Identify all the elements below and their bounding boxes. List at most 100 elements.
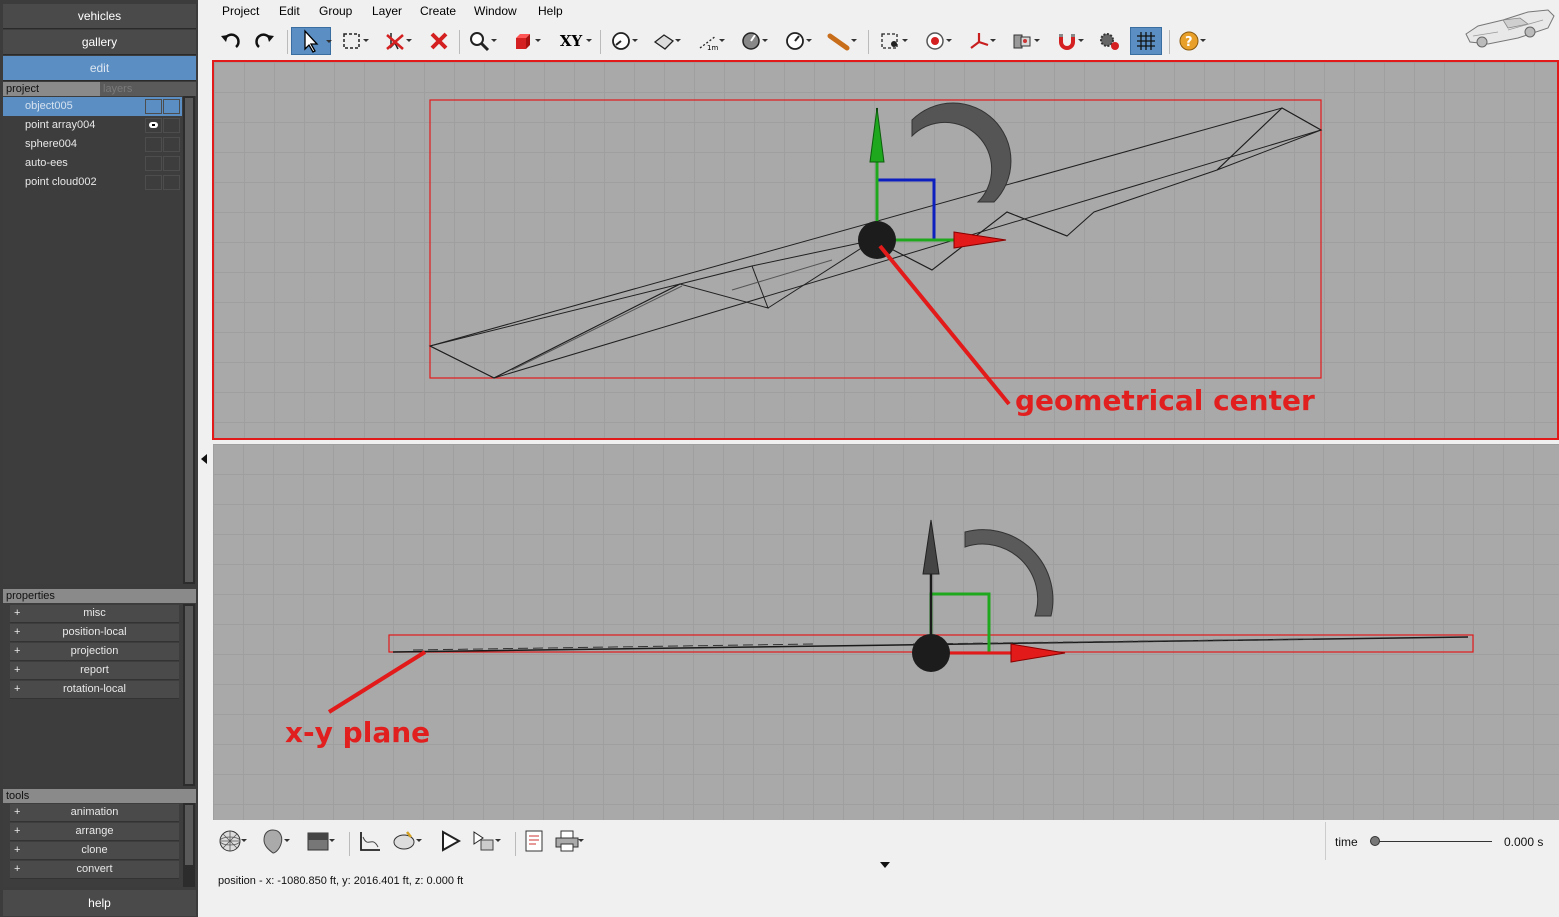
wireframe-mode-button[interactable]	[215, 827, 247, 855]
tree-item-auto-ees[interactable]: auto-ees	[3, 154, 182, 173]
panel-color-icon	[307, 832, 329, 851]
menu-help[interactable]: Help	[538, 4, 563, 18]
svg-text:?: ?	[1185, 35, 1193, 50]
menu-window[interactable]: Window	[474, 4, 517, 18]
visibility-toggle[interactable]	[145, 99, 162, 114]
tool-arrange[interactable]: + arrange	[10, 823, 179, 841]
surface-tool-button[interactable]	[649, 27, 681, 55]
delete-button[interactable]	[424, 27, 454, 55]
pivot-center[interactable]	[912, 634, 950, 672]
menu-project[interactable]: Project	[222, 4, 259, 18]
ruler-distance-icon: 1m	[699, 35, 718, 52]
tool-label: arrange	[75, 825, 114, 837]
prop-report[interactable]: + report	[10, 662, 179, 680]
status-position: position - x: -1080.850 ft, y: 2016.401 …	[218, 875, 464, 887]
tool-animation[interactable]: + animation	[10, 804, 179, 822]
grid-icon	[1137, 32, 1155, 50]
magnifier-icon	[470, 32, 490, 52]
background-mode-button[interactable]	[303, 827, 335, 855]
tape-tool-button[interactable]	[825, 27, 857, 55]
report-button[interactable]	[519, 827, 549, 855]
prop-projection[interactable]: + projection	[10, 643, 179, 661]
lock-toggle[interactable]	[163, 99, 180, 114]
time-slider-track[interactable]	[1374, 841, 1492, 842]
tree-item-object005[interactable]: object005	[3, 97, 182, 116]
select-tool-button[interactable]	[291, 27, 332, 55]
create-object-button[interactable]	[509, 27, 541, 55]
snap-point-button[interactable]	[876, 27, 908, 55]
undo-icon	[221, 33, 240, 48]
speed-tool-button[interactable]	[780, 27, 812, 55]
render-button[interactable]	[1008, 27, 1040, 55]
pivot-center[interactable]	[858, 221, 896, 259]
menu-layer[interactable]: Layer	[372, 4, 402, 18]
shading-mode-button[interactable]	[258, 827, 290, 855]
tab-project[interactable]: project	[3, 82, 100, 96]
expand-panel-icon[interactable]	[880, 862, 890, 868]
help-button[interactable]: help	[3, 890, 196, 916]
tool-convert[interactable]: + convert	[10, 861, 179, 879]
settings-button[interactable]	[1095, 27, 1125, 55]
nav-gallery-button[interactable]: gallery	[3, 30, 196, 55]
marquee-icon	[343, 33, 360, 49]
target-button[interactable]	[920, 27, 952, 55]
measure-radius-button[interactable]	[736, 27, 768, 55]
time-slider-handle[interactable]	[1370, 836, 1380, 846]
nav-vehicles-button[interactable]: vehicles	[3, 4, 196, 29]
y-axis-arrow[interactable]	[869, 107, 885, 163]
panel-tabs: project layers	[3, 82, 196, 96]
lock-toggle[interactable]	[163, 175, 180, 190]
axis-tool-button[interactable]	[964, 27, 996, 55]
menu-edit[interactable]: Edit	[279, 4, 300, 18]
measure-angle-button[interactable]	[606, 27, 638, 55]
visibility-toggle[interactable]	[145, 156, 162, 171]
viewport-top[interactable]: geometrical center	[212, 60, 1559, 440]
prop-label: projection	[70, 645, 119, 657]
expand-icon: +	[14, 806, 21, 818]
menu-group[interactable]: Group	[319, 4, 352, 18]
tab-layers[interactable]: layers	[100, 82, 196, 96]
view-plane-button[interactable]: XY	[552, 27, 592, 55]
rotate-handle[interactable]	[964, 529, 1054, 617]
zoom-button[interactable]	[465, 27, 497, 55]
nav-edit-button[interactable]: edit	[3, 56, 196, 81]
x-axis-arrow[interactable]	[953, 231, 1007, 249]
tree-item-label: object005	[25, 100, 73, 112]
prop-position-local[interactable]: + position-local	[10, 624, 179, 642]
graph-button[interactable]	[355, 827, 385, 855]
prop-misc[interactable]: + misc	[10, 605, 179, 623]
tree-item-point-cloud002[interactable]: point cloud002	[3, 173, 182, 192]
play-icon	[442, 830, 462, 852]
tree-item-point-array004[interactable]: point array004	[3, 116, 182, 135]
play-button[interactable]	[435, 827, 465, 855]
redo-button[interactable]	[250, 27, 280, 55]
viewport-bottom[interactable]: x-y plane	[213, 444, 1559, 820]
rectangle-select-button[interactable]	[337, 27, 369, 55]
tree-scrollbar[interactable]	[183, 96, 195, 584]
visibility-toggle[interactable]	[145, 137, 162, 152]
tree-item-sphere004[interactable]: sphere004	[3, 135, 182, 154]
help-menu-button[interactable]: ?	[1174, 27, 1206, 55]
sequence-button[interactable]	[469, 827, 501, 855]
print-button[interactable]	[552, 827, 584, 855]
unselect-button[interactable]	[380, 27, 412, 55]
measure-distance-button[interactable]: 1m	[693, 27, 725, 55]
lock-toggle[interactable]	[163, 118, 180, 133]
grid-toggle-button[interactable]	[1130, 27, 1162, 55]
tools-scrollbar[interactable]	[183, 803, 195, 887]
camera-button[interactable]	[390, 827, 422, 855]
prop-rotation-local[interactable]: + rotation-local	[10, 681, 179, 699]
tool-clone[interactable]: + clone	[10, 842, 179, 860]
magnet-button[interactable]	[1052, 27, 1084, 55]
tape-icon	[827, 33, 850, 51]
properties-scrollbar[interactable]	[183, 604, 195, 786]
rotate-handle[interactable]	[911, 102, 1012, 203]
visibility-toggle[interactable]	[145, 175, 162, 190]
z-axis-arrow[interactable]	[922, 519, 940, 575]
lock-toggle[interactable]	[163, 137, 180, 152]
undo-button[interactable]	[215, 27, 245, 55]
menu-create[interactable]: Create	[420, 4, 456, 18]
collapse-sidebar-icon[interactable]	[201, 454, 207, 464]
x-axis-arrow[interactable]	[1010, 643, 1066, 663]
lock-toggle[interactable]	[163, 156, 180, 171]
